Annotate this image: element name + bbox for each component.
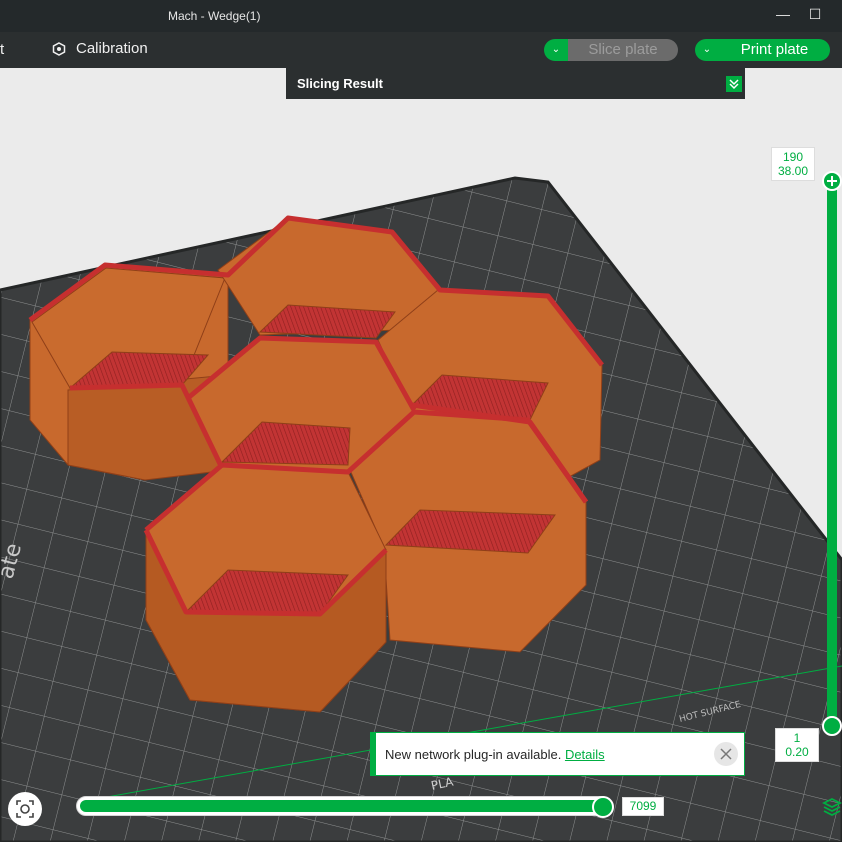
minimize-button[interactable]: — [772,6,794,26]
move-slider-readout: 7099 [622,797,664,816]
layer-top-height: 38.00 [777,164,809,178]
toolbar-tab-partial[interactable]: t [0,41,4,58]
move-slider-fill [80,800,602,812]
calibration-label: Calibration [76,40,148,57]
notification-text: New network plug-in available. Details [385,747,605,762]
notification-message: New network plug-in available. [385,747,562,762]
layer-slider-top-handle[interactable] [822,171,842,191]
main-toolbar: t Calibration ⌄ Slice plate ⌄ Print plat… [0,32,842,68]
collapse-icon[interactable] [726,76,742,92]
maximize-button[interactable]: ☐ [804,6,826,26]
slicing-result-panel: Slicing Result [286,68,745,99]
print-plate-button[interactable]: Print plate [719,39,830,61]
layer-bottom-height: 0.20 [785,745,809,759]
layer-bottom-readout: 1 0.20 [775,728,819,762]
slice-plate-button[interactable]: Slice plate [568,39,678,61]
layer-bottom-number: 1 [793,731,801,745]
layer-slider-track[interactable] [827,181,837,727]
layer-top-readout: 190 38.00 [771,147,815,181]
window-titlebar: Mach - Wedge(1) — ☐ [0,0,842,32]
viewport-3d[interactable]: ate HOT SURFACE PLA [0,68,842,842]
print-options-dropdown[interactable]: ⌄ [695,39,719,61]
notification-details-link[interactable]: Details [565,747,605,762]
slice-options-dropdown[interactable]: ⌄ [544,39,568,61]
slicing-result-title: Slicing Result [297,76,383,91]
layers-icon[interactable] [821,796,842,818]
window-title: Mach - Wedge(1) [168,9,261,23]
close-icon[interactable] [714,742,738,766]
layer-slider-bottom-handle[interactable] [822,716,842,736]
move-slider-handle[interactable] [592,796,614,818]
calibration-tab[interactable]: Calibration [52,40,148,57]
camera-view-icon[interactable] [8,792,42,826]
layer-top-number: 190 [782,150,804,164]
plus-icon [827,176,837,186]
move-slider[interactable] [76,796,614,818]
calibration-icon [52,41,66,56]
plugin-notification: New network plug-in available. Details [370,732,745,776]
